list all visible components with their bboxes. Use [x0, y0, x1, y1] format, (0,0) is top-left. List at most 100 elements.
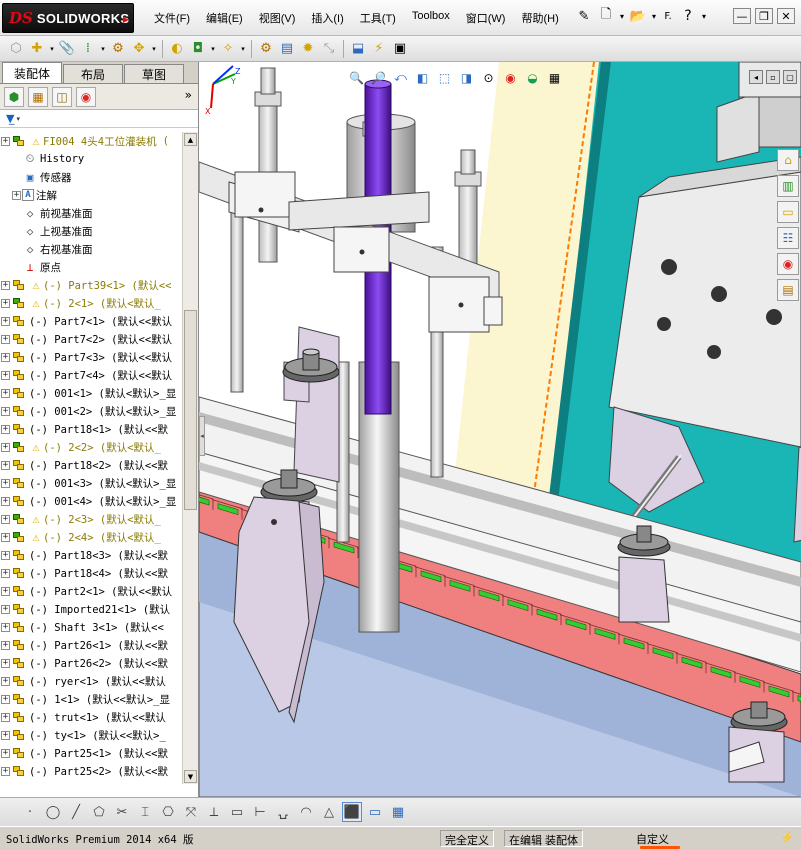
circle-icon[interactable]: ◯ — [43, 802, 63, 822]
tree-item[interactable]: + (-) trut<1> (默认<<默认 — [0, 708, 182, 726]
menu-item[interactable]: 文件(F) — [146, 10, 198, 26]
expand-icon[interactable]: + — [0, 528, 11, 546]
tree-item[interactable]: + (-) 001<3> (默认<默认>_显 — [0, 474, 182, 492]
expand-icon[interactable]: + — [0, 618, 11, 636]
tile-icon[interactable]: ▫ — [766, 70, 780, 84]
tree-item[interactable]: + (-) Part7<3> (默认<<默认 — [0, 348, 182, 366]
graphics-area[interactable]: 🔍 🔎 ⤺ ◧ ⬚ ◨ ⊙ ◉ ◒ ▦ ◂ ▫ ▢ ⌂ ▥ ▭ ☷ ◉ ▤ Z … — [199, 62, 801, 797]
mirror-icon[interactable]: ⤧ — [181, 802, 201, 822]
tree-item[interactable]: + ⚠ (-) 2<4> (默认<默认_ — [0, 528, 182, 546]
apply-scene-icon[interactable]: ◒ — [523, 68, 542, 87]
expand-icon[interactable]: + — [0, 600, 11, 618]
status-rebuild-icon[interactable]: ⚡ — [776, 830, 798, 847]
minimize-icon[interactable]: — — [733, 8, 751, 24]
open-folder-icon[interactable]: 📂 — [628, 6, 648, 26]
new-part-dropdown-icon[interactable]: ▾ — [48, 45, 56, 53]
new-motion-study-icon[interactable]: ⚙ — [256, 39, 276, 59]
view-palette-icon[interactable]: ☷ — [777, 227, 799, 249]
tree-item[interactable]: + (-) Part26<2> (默认<<默 — [0, 654, 182, 672]
tree-item[interactable]: + ⚠ (-) 2<3> (默认<默认_ — [0, 510, 182, 528]
dimension-icon[interactable]: ⊢ — [250, 802, 270, 822]
expand-icon[interactable]: + — [0, 294, 11, 312]
expand-icon[interactable]: + — [0, 708, 11, 726]
custom-properties-icon[interactable]: ▤ — [777, 279, 799, 301]
scroll-up-icon[interactable]: ▲ — [184, 133, 197, 146]
expand-icon[interactable]: + — [0, 510, 11, 528]
section-view-icon[interactable]: ◧ — [413, 68, 432, 87]
tree-item[interactable]: + (-) Part7<4> (默认<<默认 — [0, 366, 182, 384]
display-manager-icon[interactable]: ◉ — [76, 86, 96, 107]
expand-icon[interactable]: + — [0, 312, 11, 330]
table-view-icon[interactable]: ▦ — [388, 802, 408, 822]
expand-icon[interactable]: + — [0, 546, 11, 564]
tree-item[interactable]: ◇ 前视基准面 — [0, 204, 182, 222]
filter-icon[interactable]: ▼̲ — [6, 112, 14, 125]
help-dropdown-icon[interactable]: ▾ — [700, 6, 708, 26]
tree-item[interactable]: ⊥ 原点 — [0, 258, 182, 276]
front-view-icon[interactable]: ▭ — [365, 802, 385, 822]
tree-item[interactable]: + (-) 001<2> (默认<默认>_显 — [0, 402, 182, 420]
tree-item[interactable]: + (-) Part18<1> (默认<<默 — [0, 420, 182, 438]
tree-item[interactable]: + (-) 001<4> (默认<默认>_显 — [0, 492, 182, 510]
trim-icon[interactable]: ✂ — [112, 802, 132, 822]
tree-item[interactable]: + (-) 1<1> (默认<<默认>_显 — [0, 690, 182, 708]
smart-dimension-icon[interactable]: ⍽ — [273, 802, 293, 822]
tree-item[interactable]: + (-) Part18<4> (默认<<默 — [0, 564, 182, 582]
restore-icon[interactable]: ❐ — [755, 8, 773, 24]
pin-icon[interactable]: ✎ — [574, 6, 594, 26]
expand-icon[interactable]: + — [0, 654, 11, 672]
linear-pattern-icon[interactable]: ⁞ — [78, 39, 98, 59]
tree-item[interactable]: ▣ 传感器 — [0, 168, 182, 186]
tree-item[interactable]: + (-) Part26<1> (默认<<默 — [0, 636, 182, 654]
tree-item[interactable]: + A 注解 — [0, 186, 182, 204]
solidworks-resources-icon[interactable]: ⌂ — [777, 149, 799, 171]
interference-detection-icon[interactable]: ⬓ — [348, 39, 368, 59]
expand-icon[interactable]: + — [0, 456, 11, 474]
new-dropdown-icon[interactable]: ▾ — [618, 6, 626, 26]
expand-icon[interactable]: + — [0, 762, 11, 780]
solidworks-logo[interactable]: DS SOLIDWORKS ▶ — [2, 3, 134, 33]
reference-geometry-icon[interactable]: ✧ — [218, 39, 238, 59]
expand-icon[interactable]: + — [0, 438, 11, 456]
tree-item[interactable]: + (-) Part25<2> (默认<<默 — [0, 762, 182, 780]
tree-item[interactable]: + (-) Part7<2> (默认<<默认 — [0, 330, 182, 348]
expand-icon[interactable]: + — [11, 186, 22, 204]
help-icon[interactable]: ? — [678, 6, 698, 26]
menu-item[interactable]: 窗口(W) — [458, 10, 514, 26]
relation-icon[interactable]: ⟂ — [204, 802, 224, 822]
expand-icon[interactable]: + — [0, 366, 11, 384]
expand-icon[interactable]: + — [0, 582, 11, 600]
menu-item[interactable]: 插入(I) — [303, 10, 351, 26]
expand-icon[interactable]: + — [0, 384, 11, 402]
show-hidden-icon[interactable]: ◐ — [167, 39, 187, 59]
expand-icon[interactable]: + — [0, 474, 11, 492]
menu-item[interactable]: 工具(T) — [352, 10, 404, 26]
pattern-dropdown-icon[interactable]: ▾ — [99, 45, 107, 53]
point-icon[interactable]: · — [20, 802, 40, 822]
close-icon[interactable]: ✕ — [777, 8, 795, 24]
exploded-view-icon[interactable]: ✹ — [298, 39, 318, 59]
triangle-icon[interactable]: △ — [319, 802, 339, 822]
expand-icon[interactable]: + — [0, 402, 11, 420]
insert-component-icon[interactable]: ⬡ — [6, 39, 26, 59]
panel-tab[interactable]: 布局 — [63, 64, 123, 83]
view-orientation-icon[interactable]: ⬚ — [435, 68, 454, 87]
tree-item[interactable]: + ⚠ FI004 4头4工位灌装机 ( — [0, 132, 182, 150]
expand-icon[interactable]: + — [0, 672, 11, 690]
tree-item[interactable]: + (-) Imported21<1> (默认 — [0, 600, 182, 618]
line-icon[interactable]: ╱ — [66, 802, 86, 822]
panel-resize-handle[interactable]: ◂ — [199, 416, 205, 456]
expand-icon[interactable]: + — [0, 132, 11, 150]
feature-manager-icon[interactable]: ⬢ — [4, 86, 24, 107]
tree-item[interactable]: ⏲ History — [0, 150, 182, 168]
tree-item[interactable]: ◇ 上视基准面 — [0, 222, 182, 240]
menu-item[interactable]: 编辑(E) — [198, 10, 251, 26]
tree-item[interactable]: + (-) Shaft 3<1> (默认<< — [0, 618, 182, 636]
previous-view-icon[interactable]: ⤺ — [391, 68, 410, 87]
open-dropdown-icon[interactable]: ▾ — [650, 6, 658, 26]
tree-item[interactable]: + (-) 001<1> (默认<默认>_显 — [0, 384, 182, 402]
design-library-icon[interactable]: ▥ — [777, 175, 799, 197]
instant3d-icon[interactable]: ⚡ — [369, 39, 389, 59]
property-manager-icon[interactable]: ▦ — [28, 86, 48, 107]
scroll-thumb[interactable] — [184, 310, 197, 510]
